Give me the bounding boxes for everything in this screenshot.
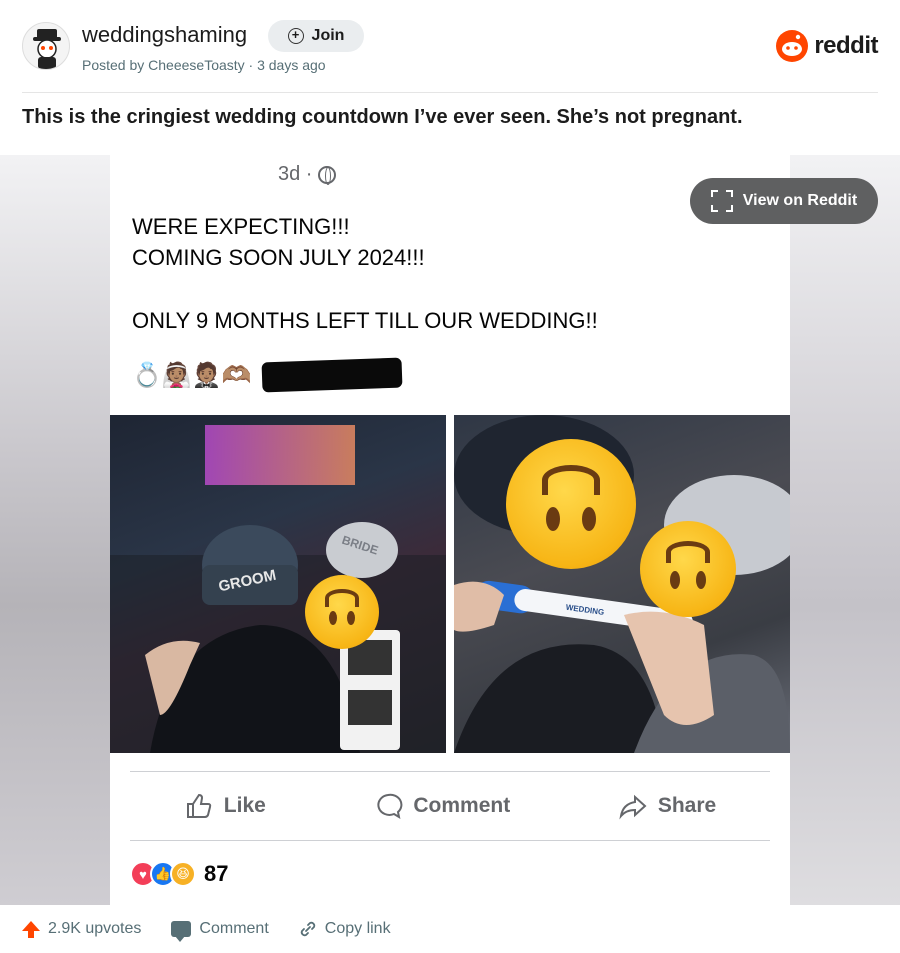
fb-comment-label: Comment xyxy=(413,794,511,817)
upvote-arrow-icon xyxy=(22,921,40,938)
comment-bubble-icon xyxy=(377,793,403,820)
comment-button[interactable]: Comment xyxy=(171,920,269,942)
redaction-bar xyxy=(261,357,403,393)
fb-emoji-row: 💍👰🏽🤵🏽🫶🏽 xyxy=(132,357,403,393)
post-footer: 2.9K upvotes Comment Copy link xyxy=(0,905,900,953)
blurred-backdrop-left xyxy=(0,155,110,905)
fb-time-text: 3d · xyxy=(278,163,313,185)
fb-share-button: Share xyxy=(618,791,716,821)
join-button[interactable]: + Join xyxy=(268,20,364,52)
fb-post-time: 3d · xyxy=(278,163,337,186)
fb-comment-button: Comment xyxy=(373,791,510,821)
photo-couple-hug: GROOM BRIDE xyxy=(110,415,446,753)
expand-icon xyxy=(710,190,733,212)
fb-line-3: ONLY 9 MONTHS LEFT TILL OUR WEDDING!! xyxy=(132,308,598,333)
post-title[interactable]: This is the cringiest wedding countdown … xyxy=(22,106,743,129)
comment-label: Comment xyxy=(199,920,269,937)
reaction-count: 87 xyxy=(204,861,229,886)
post-media[interactable]: 3d · WERE EXPECTING!!! COMING SOON JULY … xyxy=(0,155,900,905)
post-header: weddingshaming + Join Posted by CheeeseT… xyxy=(0,0,900,92)
snoo-avatar-icon xyxy=(33,29,61,69)
join-label: Join xyxy=(311,27,345,44)
fb-line-1: WERE EXPECTING!!! xyxy=(132,214,350,239)
posted-by: Posted by CheeeseToasty · 3 days ago xyxy=(82,57,326,73)
face-cover-emoji-2 xyxy=(506,439,636,569)
thumbs-up-icon xyxy=(186,793,212,818)
upvote-button[interactable]: 2.9K upvotes xyxy=(22,920,141,938)
fb-reactions: ♥ 👍 😆 87 xyxy=(130,861,228,887)
face-cover-emoji-1 xyxy=(305,575,379,649)
view-on-reddit-button[interactable]: View on Reddit xyxy=(690,178,878,224)
reddit-logo[interactable]: reddit xyxy=(776,30,878,62)
fb-like-label: Like xyxy=(223,794,266,817)
comment-icon xyxy=(171,921,192,942)
share-arrow-icon xyxy=(619,794,647,820)
fb-line-2: COMING SOON JULY 2024!!! xyxy=(132,245,425,270)
subreddit-avatar[interactable] xyxy=(22,22,70,70)
fb-share-label: Share xyxy=(657,794,717,817)
upvote-count: 2.9K upvotes xyxy=(48,920,142,937)
photo-test-closeup: WEDDING xyxy=(454,415,790,753)
fb-like-button: Like xyxy=(184,791,266,821)
blurred-backdrop-right xyxy=(790,155,900,905)
globe-icon xyxy=(318,165,337,185)
reddit-snoo-icon xyxy=(776,30,809,62)
copy-link-label: Copy link xyxy=(324,920,391,937)
reddit-wordmark: reddit xyxy=(814,32,878,59)
copy-link-button[interactable]: Copy link xyxy=(299,920,391,938)
emoji-sequence: 💍👰🏽🤵🏽🫶🏽 xyxy=(132,361,252,389)
subreddit-name[interactable]: weddingshaming xyxy=(82,22,247,48)
header-divider xyxy=(22,92,878,93)
haha-reaction-icon: 😆 xyxy=(170,861,196,887)
link-icon xyxy=(300,921,315,937)
couple-illustration: GROOM BRIDE xyxy=(110,522,446,753)
face-cover-emoji-3 xyxy=(640,521,736,617)
plus-icon: + xyxy=(287,28,304,44)
fb-action-bar: Like Comment Share xyxy=(130,771,770,841)
facebook-post-screenshot: 3d · WERE EXPECTING!!! COMING SOON JULY … xyxy=(110,155,790,905)
fb-post-text: WERE EXPECTING!!! COMING SOON JULY 2024!… xyxy=(132,211,598,336)
view-on-reddit-label: View on Reddit xyxy=(742,192,858,209)
